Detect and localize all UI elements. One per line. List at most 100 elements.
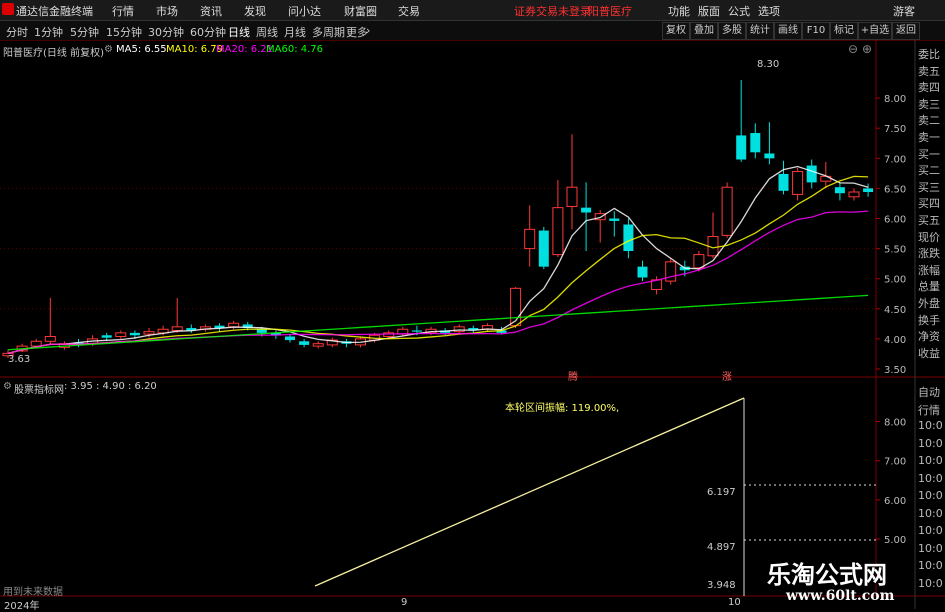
overlay-button[interactable]: 叠加 xyxy=(690,22,718,40)
menu-formula[interactable]: 公式 xyxy=(728,3,750,19)
price-tick-label: 3.50 xyxy=(884,365,906,376)
indicator-values: : 3.95 : 4.90 : 6.20 xyxy=(64,381,157,392)
side-panel-item: 10:0 xyxy=(918,419,943,432)
add-watchlist-button[interactable]: +自选 xyxy=(858,22,892,40)
f10-button[interactable]: F10 xyxy=(802,22,830,40)
side-panel-item: 10:0 xyxy=(918,576,943,590)
back-button[interactable]: 返回 xyxy=(892,22,920,40)
zoom-out-icon[interactable]: ⊖ xyxy=(848,42,858,56)
event-marker[interactable]: 腾 xyxy=(568,368,578,383)
period-tab[interactable]: 周线 xyxy=(256,24,278,40)
candle xyxy=(186,324,197,333)
statistics-button[interactable]: 统计 xyxy=(746,22,774,40)
candle xyxy=(750,123,761,159)
menu-layout[interactable]: 版面 xyxy=(698,3,720,19)
period-tab[interactable]: 15分钟 xyxy=(106,24,142,40)
candle xyxy=(326,337,338,348)
side-panel-item: 10:0 xyxy=(918,506,943,520)
indicator-tick-label: 5.00 xyxy=(884,535,906,546)
main-panel-title: 阳普医疗(日线 前复权) xyxy=(3,48,104,59)
candle xyxy=(806,159,817,189)
candle xyxy=(468,325,479,333)
period-tab[interactable]: 月线 xyxy=(284,24,306,40)
menu-discover[interactable]: 发现 xyxy=(244,3,266,19)
indicator-tick-label: 8.00 xyxy=(884,418,906,429)
price-tick-label: 5.50 xyxy=(884,245,906,256)
price-tick-label: 8.00 xyxy=(884,94,906,105)
candle xyxy=(481,323,493,332)
side-panel-item: 现价 xyxy=(918,230,940,244)
candle xyxy=(552,179,564,258)
side-panel-item: 10:0 xyxy=(918,524,943,537)
candle xyxy=(566,134,578,230)
watermark-url: www.60lt.com xyxy=(786,588,895,604)
indicator-tick-label: 6.00 xyxy=(884,496,906,507)
user-label[interactable]: 游客 xyxy=(893,3,915,19)
menu-market[interactable]: 市场 xyxy=(156,3,178,19)
candle xyxy=(834,182,845,201)
price-tick-label: 7.00 xyxy=(884,154,906,165)
side-panel-item: 卖二 xyxy=(918,114,940,128)
side-panel-item: 10:0 xyxy=(918,471,943,485)
kline-chart[interactable]: 8.00 7.50 7.00 6.50 6.00 5.50 5.00 4.50 4.00 3.50… xyxy=(0,40,945,609)
indicator-gear-icon[interactable]: ⚙ xyxy=(3,381,12,392)
ma60-line xyxy=(7,294,869,351)
candle xyxy=(721,182,733,238)
side-panel-item: 10:0 xyxy=(918,436,943,450)
watermark-title: 乐淘公式网 xyxy=(767,561,887,589)
period-tab[interactable]: 分时 xyxy=(6,24,28,40)
ma10-line xyxy=(7,175,869,354)
side-panel-item: 买四 xyxy=(918,197,940,211)
side-panel-item: 净资 xyxy=(918,330,940,344)
period-tab[interactable]: 1分钟 xyxy=(34,24,63,40)
period-tab[interactable]: 60分钟 xyxy=(190,24,226,40)
candle xyxy=(510,287,522,329)
menu-wealth-circle[interactable]: 财富圈 xyxy=(344,3,377,19)
side-panel-item: 总量 xyxy=(918,280,940,294)
menu-ask[interactable]: 问小达 xyxy=(288,3,321,19)
low-price-label: 3.63 xyxy=(8,354,31,365)
candle xyxy=(524,205,536,267)
price-tick-label: 4.50 xyxy=(884,305,906,316)
period-tab[interactable]: 多周期 xyxy=(312,24,345,40)
menu-options[interactable]: 选项 xyxy=(758,3,780,19)
menu-function[interactable]: 功能 xyxy=(668,3,690,19)
side-panel-item: 买二 xyxy=(918,164,940,178)
event-marker[interactable]: 涨 xyxy=(722,368,732,383)
candle xyxy=(665,258,677,285)
side-panel-item: 买三 xyxy=(918,180,940,194)
period-tab[interactable]: 5分钟 xyxy=(70,24,99,40)
candle xyxy=(538,226,549,270)
settings-gear-icon[interactable]: ⚙ xyxy=(104,44,113,55)
menu-trade[interactable]: 交易 xyxy=(398,3,420,19)
trade-status[interactable]: 证券交易未登录 xyxy=(514,3,591,19)
side-panel-item: 10:0 xyxy=(918,559,943,572)
mark-button[interactable]: 标记 xyxy=(830,22,858,40)
ma5-line xyxy=(7,165,869,354)
side-panel-item: 买五 xyxy=(918,214,940,227)
candle xyxy=(115,330,127,339)
candle xyxy=(848,188,860,201)
restore-right-button[interactable]: 复权 xyxy=(662,22,690,40)
side-panel-item: 收益 xyxy=(918,346,940,360)
side-panel-item: 涨跌 xyxy=(918,247,940,261)
side-panel-item: 委比 xyxy=(918,48,940,61)
side-panel-item: 卖四 xyxy=(918,81,940,95)
chevron-right-icon[interactable]: › xyxy=(366,24,370,37)
menu-market-quotes[interactable]: 行情 xyxy=(112,3,134,19)
period-tab-more[interactable]: 更多 xyxy=(346,24,368,40)
candle xyxy=(581,182,592,252)
period-tab[interactable]: 30分钟 xyxy=(148,24,184,40)
side-panel-item: 10:0 xyxy=(918,489,943,502)
side-panel-item[interactable]: 行情 xyxy=(918,402,940,418)
indicator-mid-label: 4.897 xyxy=(707,542,736,553)
side-panel-item: 涨幅 xyxy=(918,263,940,277)
draw-line-button[interactable]: 画线 xyxy=(774,22,802,40)
candle xyxy=(44,297,56,344)
menu-news[interactable]: 资讯 xyxy=(200,3,222,19)
period-tab-active[interactable]: 日线 xyxy=(228,24,250,40)
side-panel-item[interactable]: 自动 xyxy=(918,384,940,400)
multi-stock-button[interactable]: 多股 xyxy=(718,22,746,40)
ma10-label: MA10: 6.79 xyxy=(166,44,224,55)
zoom-in-icon[interactable]: ⊕ xyxy=(862,42,872,56)
